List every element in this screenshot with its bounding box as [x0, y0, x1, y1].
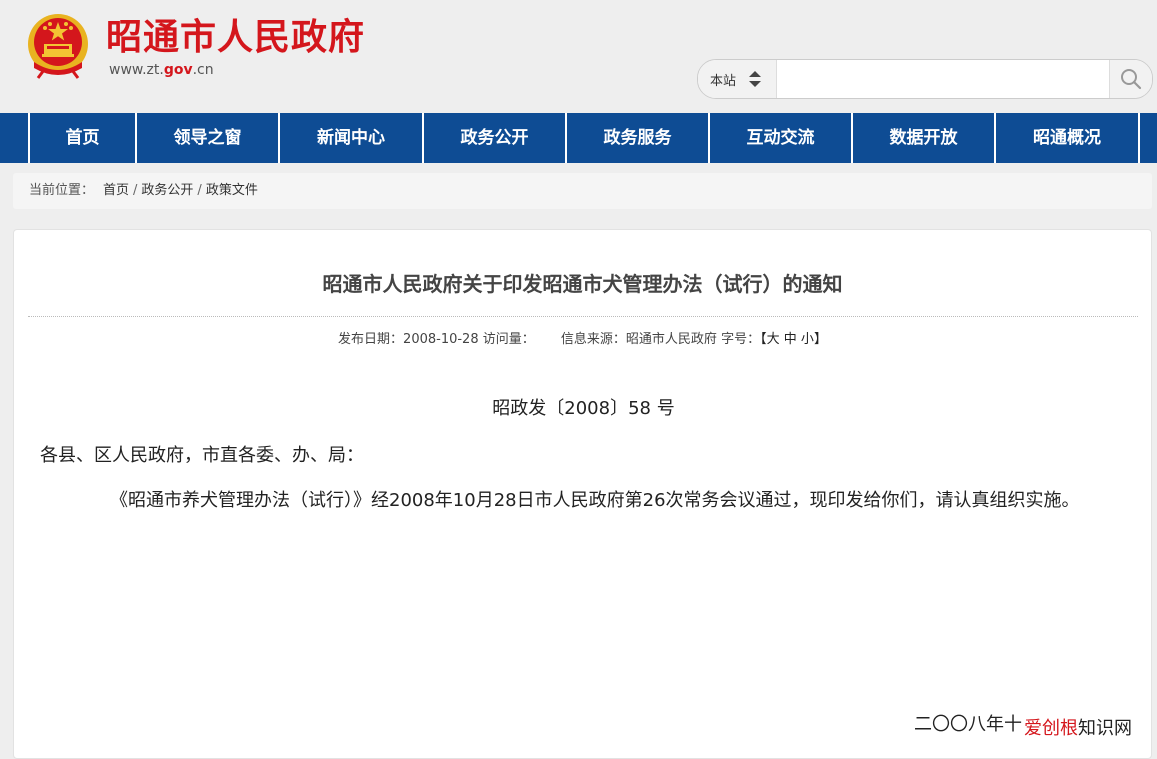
main-nav: 首页 领导之窗 新闻中心 政务公开 政务服务 互动交流 数据开放 昭通概况: [0, 113, 1157, 163]
national-emblem-icon[interactable]: [24, 12, 92, 80]
site-header: 昭通市人民政府 www.zt.gov.cn 本站: [0, 0, 1157, 113]
font-size-medium[interactable]: 中: [784, 332, 797, 347]
nav-item-leaders[interactable]: 领导之窗: [137, 113, 280, 163]
font-size-label: 字号：: [721, 332, 761, 347]
breadcrumb-policy-docs[interactable]: 政策文件: [206, 183, 258, 198]
nav-item-overview[interactable]: 昭通概况: [996, 113, 1140, 163]
watermark-red: 爱创根: [1024, 718, 1078, 739]
breadcrumb-label: 当前位置：: [29, 183, 95, 198]
font-size-large[interactable]: 大: [767, 332, 780, 347]
search-scope-label: 本站: [710, 74, 737, 89]
visits-label: 访问量：: [482, 332, 535, 347]
article-body: 《昭通市养犬管理办法（试行）》经2008年10月28日市人民政府第26次常务会议…: [110, 490, 1080, 511]
title-divider: [28, 316, 1138, 317]
site-url[interactable]: www.zt.gov.cn: [109, 60, 214, 80]
site-title[interactable]: 昭通市人民政府: [106, 12, 365, 64]
nav-item-gov-affairs[interactable]: 政务公开: [424, 113, 567, 163]
watermark-black: 知识网: [1078, 718, 1132, 739]
breadcrumb-home[interactable]: 首页: [103, 183, 129, 198]
breadcrumb-separator: /: [197, 183, 202, 198]
site-url-suffix: .cn: [192, 62, 214, 78]
breadcrumb: 当前位置： 首页 / 政务公开 / 政策文件: [13, 173, 1152, 209]
breadcrumb-links: 首页 / 政务公开 / 政策文件: [103, 173, 258, 209]
site-url-gov: gov: [163, 62, 193, 78]
font-size-small[interactable]: 小: [801, 332, 814, 347]
nav-item-news[interactable]: 新闻中心: [280, 113, 424, 163]
nav-item-gov-services[interactable]: 政务服务: [567, 113, 710, 163]
sort-arrows-icon: [749, 71, 761, 87]
font-size-bracket-close: 】: [813, 332, 827, 347]
source-label: 信息来源：: [560, 332, 626, 347]
search-button[interactable]: [1109, 60, 1152, 98]
nav-list: 首页 领导之窗 新闻中心 政务公开 政务服务 互动交流 数据开放 昭通概况: [28, 113, 1140, 163]
watermark: 爱创根知识网: [1024, 714, 1132, 740]
site-url-prefix: www.zt.: [109, 62, 164, 78]
breadcrumb-separator: /: [133, 183, 138, 198]
article-title: 昭通市人民政府关于印发昭通市犬管理办法（试行）的通知: [322, 272, 843, 296]
nav-item-interaction[interactable]: 互动交流: [710, 113, 853, 163]
breadcrumb-gov-affairs[interactable]: 政务公开: [141, 183, 193, 198]
date-signature: 二〇〇八年十: [914, 714, 1022, 735]
search-input[interactable]: [778, 61, 1103, 97]
document-number: 昭政发〔2008〕58 号: [492, 398, 675, 419]
source-value: 昭通市人民政府: [625, 332, 717, 347]
nav-item-home[interactable]: 首页: [30, 113, 137, 163]
article-meta: 发布日期：2008-10-28 访问量： 信息来源：昭通市人民政府 字号：【大 …: [14, 328, 1151, 347]
search-box: 本站: [697, 59, 1153, 99]
search-icon: [1121, 69, 1142, 90]
search-scope-select[interactable]: 本站: [698, 60, 777, 98]
nav-item-open-data[interactable]: 数据开放: [853, 113, 996, 163]
publish-date: 2008-10-28: [403, 332, 479, 347]
addressee: 各县、区人民政府，市直各委、办、局：: [40, 445, 364, 466]
publish-date-label: 发布日期：: [338, 332, 404, 347]
article-panel: 昭通市人民政府关于印发昭通市犬管理办法（试行）的通知 发布日期：2008-10-…: [13, 229, 1152, 759]
